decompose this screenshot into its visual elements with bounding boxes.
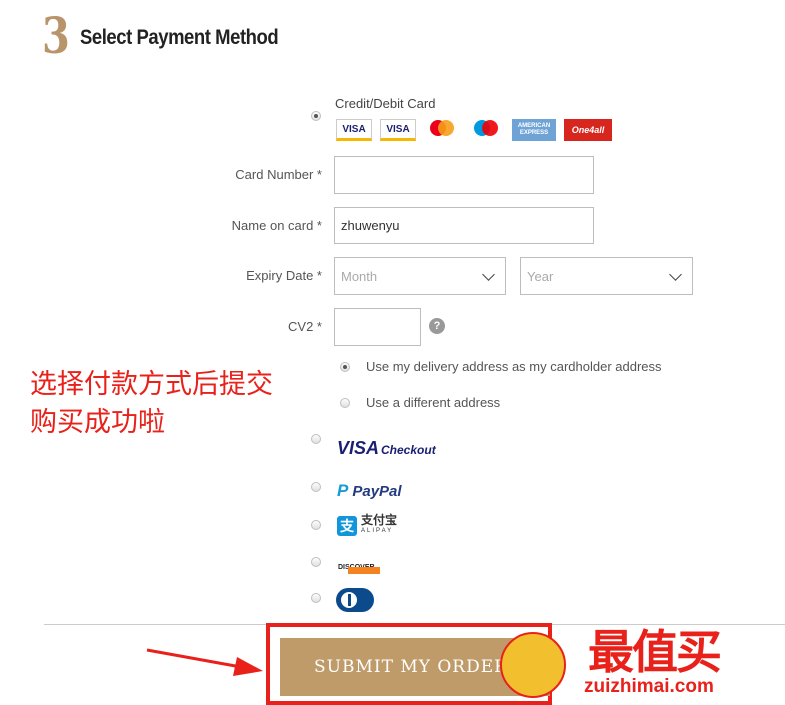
help-icon[interactable]: ?	[429, 318, 445, 334]
radio-diners[interactable]	[311, 593, 321, 603]
radio-credit-card[interactable]	[311, 111, 321, 121]
annotation-line-1: 选择付款方式后提交	[30, 369, 273, 400]
annotation-text: 选择付款方式后提交 购买成功啦	[30, 366, 273, 442]
watermark-cn: 最值买	[588, 626, 722, 678]
card-number-label: Card Number *	[235, 167, 322, 182]
radio-different-address[interactable]	[340, 398, 350, 408]
card-number-input[interactable]	[334, 156, 594, 194]
chevron-down-icon	[482, 268, 495, 281]
name-on-card-input[interactable]: zhuwenyu	[334, 207, 594, 244]
visa-logo: VISA	[336, 119, 372, 141]
chevron-down-icon	[669, 268, 682, 281]
card-logos: VISA VISA AMERICAN EXPRESS One4all	[336, 119, 612, 141]
paypal-logo: P PayPal	[337, 481, 402, 501]
mastercard-logo	[424, 119, 460, 141]
visa-electron-logo: VISA	[380, 119, 416, 141]
alipay-logo: 支 支付宝 ALIPAY	[337, 513, 398, 537]
alipay-icon: 支	[337, 516, 357, 536]
alipay-cn: 支付宝	[361, 513, 398, 527]
amex-logo: AMERICAN EXPRESS	[512, 119, 556, 141]
delivery-address-label[interactable]: Use my delivery address as my cardholder…	[366, 359, 662, 374]
radio-alipay[interactable]	[311, 520, 321, 530]
expiry-month-select[interactable]: Month	[334, 257, 506, 295]
section-title: Select Payment Method	[80, 26, 279, 49]
cv2-label: CV2 *	[288, 319, 322, 334]
cv2-input[interactable]	[334, 308, 421, 346]
watermark-url: zuizhimai.com	[584, 676, 714, 697]
visa-checkout-brand: VISA	[337, 438, 380, 458]
diners-club-logo	[336, 588, 374, 612]
year-placeholder: Year	[527, 268, 554, 284]
one4all-logo: One4all	[564, 119, 612, 141]
maestro-logo	[468, 119, 504, 141]
annotation-line-2: 购买成功啦	[30, 407, 165, 438]
paypal-brand: PayPal	[352, 482, 402, 500]
visa-checkout-suffix: Checkout	[381, 443, 436, 457]
paypal-p-icon: P	[337, 481, 349, 500]
step-number: 3	[42, 6, 70, 65]
radio-visa-checkout[interactable]	[311, 434, 321, 444]
different-address-label[interactable]: Use a different address	[366, 395, 500, 410]
credit-card-label: Credit/Debit Card	[335, 96, 436, 111]
name-on-card-label: Name on card *	[231, 218, 322, 233]
alipay-en: ALIPAY	[361, 528, 394, 534]
expiry-date-label: Expiry Date *	[246, 268, 322, 283]
month-placeholder: Month	[341, 268, 378, 284]
annotation-arrow-icon	[146, 648, 263, 676]
discover-logo: DISCOVER	[338, 556, 380, 576]
radio-discover[interactable]	[311, 557, 321, 567]
expiry-year-select[interactable]: Year	[520, 257, 693, 295]
watermark-mascot-icon	[500, 632, 566, 698]
radio-delivery-address[interactable]	[340, 362, 350, 372]
visa-checkout-logo: VISA Checkout	[337, 438, 436, 459]
radio-paypal[interactable]	[311, 482, 321, 492]
